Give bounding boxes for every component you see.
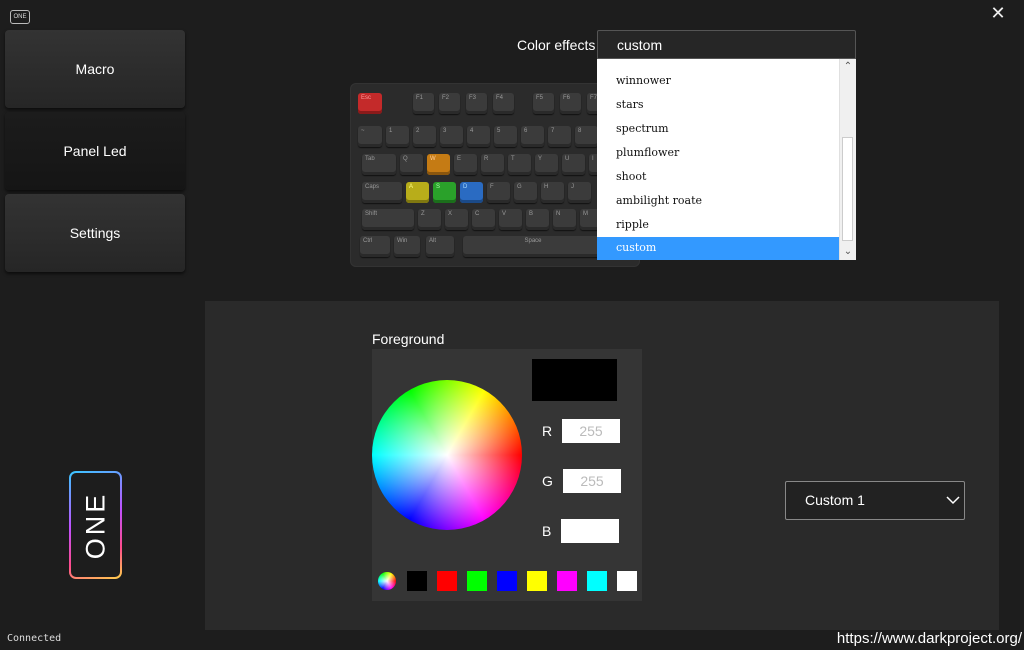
key-f4[interactable]: F4 [493, 93, 514, 114]
key-f[interactable]: F [487, 182, 510, 203]
swatch-green[interactable] [467, 571, 487, 591]
key-v[interactable]: V [499, 209, 522, 230]
key-space[interactable]: Space [463, 236, 603, 257]
key-win[interactable]: Win [394, 236, 420, 257]
key-e[interactable]: E [454, 154, 477, 175]
effect-option-spectrum[interactable]: spectrum [597, 118, 840, 140]
key-y[interactable]: Y [535, 154, 558, 175]
key-8[interactable]: 8 [575, 126, 598, 147]
effect-option-ripple[interactable]: ripple [597, 214, 840, 236]
key-g[interactable]: G [514, 182, 537, 203]
key-tab[interactable]: Tab [362, 154, 396, 175]
scroll-down-icon[interactable]: ⌄ [840, 244, 856, 260]
foreground-label: Foreground [372, 331, 445, 347]
effect-option-shoot[interactable]: shoot [597, 166, 840, 188]
key-x[interactable]: X [445, 209, 468, 230]
effect-option-custom[interactable]: custom [597, 237, 840, 260]
brand-badge-inner: ONE [71, 473, 120, 577]
swatch-white[interactable] [617, 571, 637, 591]
key-3[interactable]: 3 [440, 126, 463, 147]
key-r[interactable]: R [481, 154, 504, 175]
key-tilde[interactable]: ~ [358, 126, 382, 147]
key-f5[interactable]: F5 [533, 93, 554, 114]
key-f3[interactable]: F3 [466, 93, 487, 114]
brand-badge-text: ONE [80, 491, 111, 559]
key-u[interactable]: U [562, 154, 585, 175]
key-5[interactable]: 5 [494, 126, 517, 147]
color-wheel-icon[interactable] [378, 572, 396, 590]
swatch-red[interactable] [437, 571, 457, 591]
key-f1[interactable]: F1 [413, 93, 434, 114]
key-f6[interactable]: F6 [560, 93, 581, 114]
r-input[interactable] [562, 419, 620, 443]
key-w[interactable]: W [427, 154, 450, 175]
chevron-down-icon [946, 496, 960, 505]
key-ctrl[interactable]: Ctrl [360, 236, 390, 257]
close-icon: ✕ [990, 3, 1006, 23]
effect-option-plumflower[interactable]: plumflower [597, 142, 840, 164]
effect-option-ambilight-roate[interactable]: ambilight roate [597, 190, 840, 212]
key-a[interactable]: A [406, 182, 429, 203]
key-d[interactable]: D [460, 182, 483, 203]
key-caps[interactable]: Caps [362, 182, 402, 203]
key-f2[interactable]: F2 [439, 93, 460, 114]
key-esc[interactable]: Esc [358, 93, 382, 114]
swatch-magenta[interactable] [557, 571, 577, 591]
key-q[interactable]: Q [400, 154, 423, 175]
sidebar-item-label: Macro [75, 61, 115, 77]
key-6[interactable]: 6 [521, 126, 544, 147]
swatch-yellow[interactable] [527, 571, 547, 591]
color-effects-label: Color effects [517, 37, 596, 53]
key-s[interactable]: S [433, 182, 456, 203]
r-label: R [542, 423, 553, 439]
sidebar-item-label: Settings [69, 225, 121, 241]
b-input[interactable] [561, 519, 619, 543]
swatch-cyan[interactable] [587, 571, 607, 591]
profile-select-value: Custom 1 [805, 492, 865, 508]
color-effects-dropdown-list[interactable]: winnower stars spectrum plumflower shoot… [597, 59, 856, 260]
sidebar-item-macro[interactable]: Macro [5, 30, 185, 108]
g-input[interactable] [563, 469, 621, 493]
key-n[interactable]: N [553, 209, 576, 230]
effect-option-stars[interactable]: stars [597, 94, 840, 116]
dropdown-scrollbar[interactable]: ⌃ ⌄ [839, 59, 856, 260]
website-link[interactable]: https://www.darkproject.org/ [837, 630, 1022, 647]
color-preview [532, 359, 617, 401]
color-effects-select[interactable]: custom [597, 30, 856, 59]
key-2[interactable]: 2 [413, 126, 436, 147]
sidebar-item-panel-led[interactable]: Panel Led [5, 112, 185, 190]
app-logo-text: ONE [13, 14, 27, 20]
color-wheel[interactable] [372, 380, 522, 530]
swatch-blue[interactable] [497, 571, 517, 591]
swatch-black[interactable] [407, 571, 427, 591]
key-4[interactable]: 4 [467, 126, 490, 147]
key-b[interactable]: B [526, 209, 549, 230]
key-shift[interactable]: Shift [362, 209, 414, 230]
key-z[interactable]: Z [418, 209, 441, 230]
b-label: B [542, 523, 552, 539]
key-t[interactable]: T [508, 154, 531, 175]
g-label: G [542, 473, 553, 489]
effect-option-winnower[interactable]: winnower [597, 70, 840, 92]
close-button[interactable]: ✕ [986, 2, 1010, 24]
scroll-up-icon[interactable]: ⌃ [840, 59, 856, 75]
connection-status: Connected [7, 633, 62, 644]
key-h[interactable]: H [541, 182, 564, 203]
sidebar-item-settings[interactable]: Settings [5, 194, 185, 272]
key-j[interactable]: J [568, 182, 591, 203]
key-7[interactable]: 7 [548, 126, 571, 147]
profile-select[interactable]: Custom 1 [785, 481, 965, 520]
key-alt[interactable]: Alt [426, 236, 454, 257]
app-logo-icon: ONE [10, 10, 30, 24]
brand-badge: ONE [69, 471, 122, 579]
key-1[interactable]: 1 [386, 126, 409, 147]
scrollbar-thumb[interactable] [842, 137, 853, 241]
sidebar-item-label: Panel Led [63, 143, 127, 159]
key-c[interactable]: C [472, 209, 495, 230]
